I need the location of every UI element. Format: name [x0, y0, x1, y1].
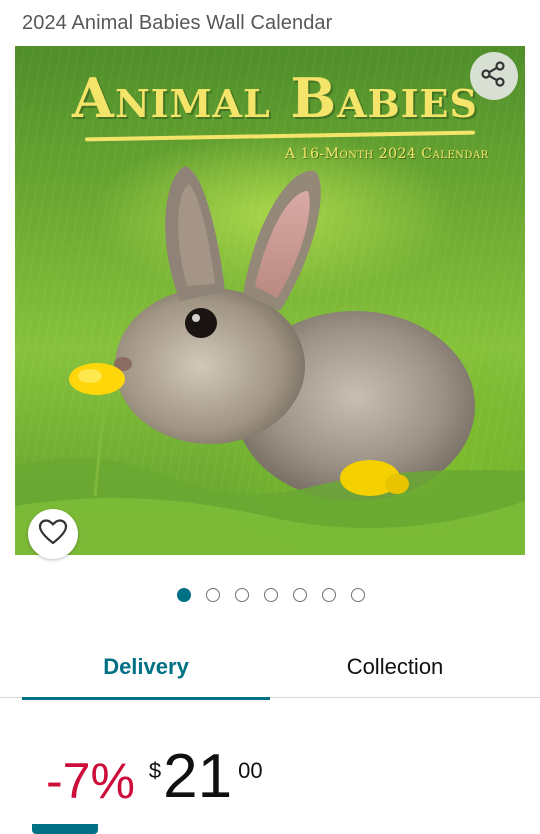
carousel-dot[interactable]	[177, 588, 191, 602]
product-image[interactable]: Animal Babies A 16-Month 2024 Calendar	[15, 46, 525, 555]
favorite-button[interactable]	[28, 509, 78, 559]
cover-title: Animal Babies	[72, 66, 478, 130]
discount-percentage: -7%	[46, 753, 135, 809]
share-button[interactable]	[470, 52, 518, 100]
carousel-indicator	[0, 588, 540, 602]
tab-collection[interactable]: Collection	[270, 636, 520, 698]
carousel-dot[interactable]	[235, 588, 249, 602]
price-whole: 21	[163, 742, 233, 811]
share-icon	[480, 60, 508, 93]
price-block: -7% $ 21 00	[46, 746, 263, 808]
cover-subtitle: A 16-Month 2024 Calendar	[285, 146, 489, 162]
carousel-dot[interactable]	[206, 588, 220, 602]
carousel-dot[interactable]	[322, 588, 336, 602]
carousel-dot[interactable]	[351, 588, 365, 602]
heart-outline-icon	[38, 518, 68, 551]
tab-delivery[interactable]: Delivery	[22, 636, 270, 700]
carousel-dot[interactable]	[293, 588, 307, 602]
bottom-accent-bar	[32, 824, 98, 834]
price-fraction: 00	[238, 758, 263, 783]
carousel-dot[interactable]	[264, 588, 278, 602]
price-currency: $	[148, 758, 162, 783]
product-title: 2024 Animal Babies Wall Calendar	[22, 12, 333, 34]
fulfilment-tabs: Delivery Collection	[0, 636, 540, 700]
